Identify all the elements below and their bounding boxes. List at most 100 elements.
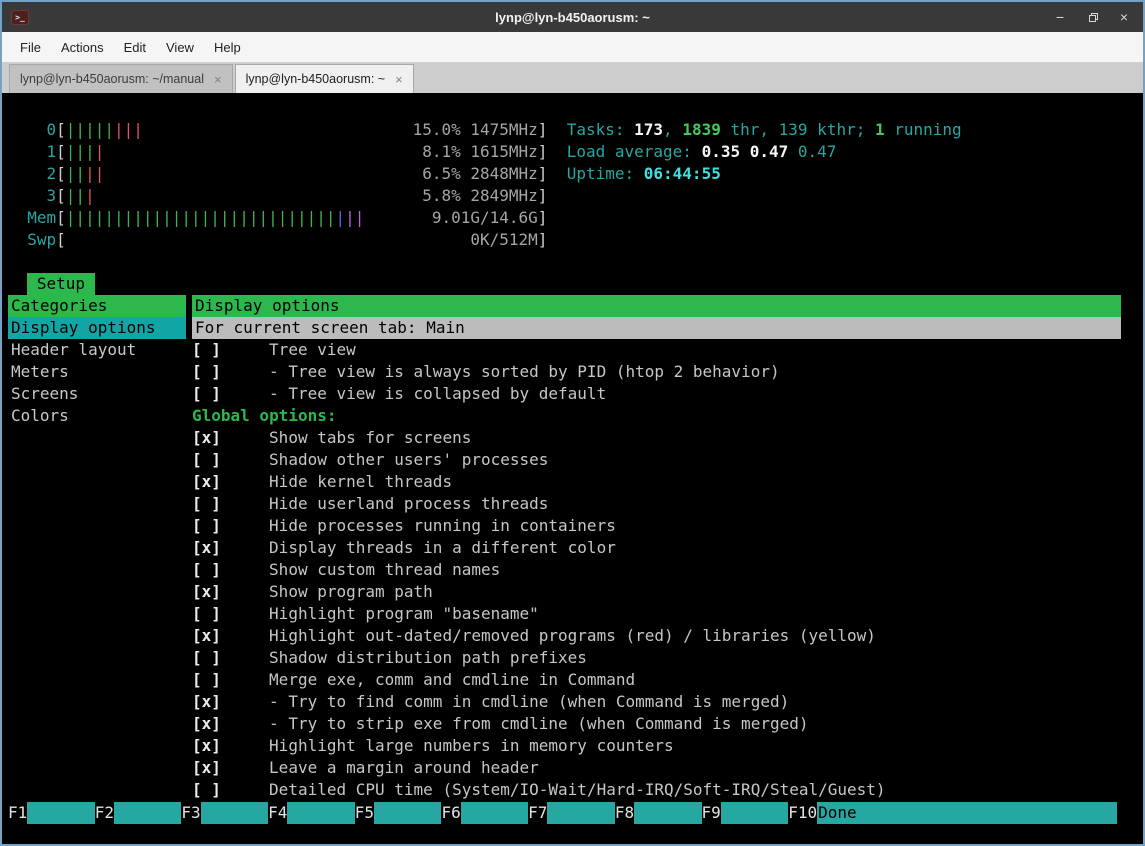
fkey-f2-action[interactable] [114, 802, 181, 824]
checkbox[interactable]: [x] [192, 625, 221, 647]
option-row[interactable]: [x] Leave a margin around header [192, 757, 1121, 779]
terminal-window: >_ lynp@lyn-b450aorusm: ~ − × File Actio… [0, 0, 1145, 846]
options-panel-subheader: For current screen tab: Main [192, 317, 1121, 339]
option-row[interactable]: [x]Hide kernel threads [192, 471, 1121, 493]
option-row[interactable]: [x]Highlight large numbers in memory cou… [192, 735, 1121, 757]
fkey-f1[interactable]: F1 [8, 802, 27, 824]
checkbox[interactable]: [ ] [192, 669, 221, 691]
option-label: Show custom thread names [269, 559, 500, 581]
checkbox[interactable]: [ ] [192, 493, 221, 515]
close-icon[interactable]: × [1117, 10, 1131, 24]
fkey-f8[interactable]: F8 [615, 802, 634, 824]
fkey-f9[interactable]: F9 [702, 802, 721, 824]
cpu-bar-normal: ||| [66, 142, 95, 161]
checkbox[interactable]: [ ] [192, 603, 221, 625]
checkbox[interactable]: [ ] [192, 647, 221, 669]
checkbox[interactable]: [x] [192, 757, 221, 779]
minimize-icon[interactable]: − [1053, 10, 1067, 24]
menu-view[interactable]: View [156, 32, 204, 63]
menu-file[interactable]: File [10, 32, 51, 63]
option-row[interactable]: [x]Show tabs for screens [192, 427, 1121, 449]
tasks-line: Tasks: 173, 1839 thr, 139 kthr; 1 runnin… [567, 119, 962, 141]
checkbox[interactable]: [x] [192, 691, 221, 713]
cpu-bar-kernel: | [95, 142, 105, 161]
checkbox[interactable]: [x] [192, 735, 221, 757]
option-row[interactable]: [x]Show program path [192, 581, 1121, 603]
option-row[interactable]: [ ]Shadow distribution path prefixes [192, 647, 1121, 669]
load-average-line: Load average: 0.350.470.47 [567, 141, 962, 163]
fkey-f6-action[interactable] [461, 802, 528, 824]
option-row[interactable]: [ ]Hide userland process threads [192, 493, 1121, 515]
option-label: - Tree view is collapsed by default [269, 383, 606, 405]
restore-icon[interactable] [1085, 10, 1099, 24]
option-row[interactable]: [ ] - Tree view is collapsed by default [192, 383, 1121, 405]
fkey-f2[interactable]: F2 [95, 802, 114, 824]
category-colors[interactable]: Colors [8, 405, 186, 427]
option-row[interactable]: [ ]Shadow other users' processes [192, 449, 1121, 471]
checkbox[interactable]: [ ] [192, 515, 221, 537]
checkbox[interactable]: [ ] [192, 339, 221, 361]
option-row[interactable]: [x]Display threads in a different color [192, 537, 1121, 559]
menu-help[interactable]: Help [204, 32, 251, 63]
menu-edit[interactable]: Edit [114, 32, 156, 63]
checkbox[interactable]: [x] [192, 537, 221, 559]
bracket: ] [538, 163, 548, 185]
option-label: Detailed CPU time (System/IO-Wait/Hard-I… [269, 779, 886, 801]
fkey-f9-action[interactable] [721, 802, 788, 824]
tab-close-icon[interactable]: × [395, 72, 403, 87]
fkey-f1-action[interactable] [27, 802, 94, 824]
fkey-f3-action[interactable] [201, 802, 268, 824]
option-row[interactable]: [ ] Detailed CPU time (System/IO-Wait/Har… [192, 779, 1121, 801]
checkbox[interactable]: [ ] [192, 383, 221, 405]
checkbox[interactable]: [x] [192, 713, 221, 735]
option-row[interactable]: [ ]- Tree view is always sorted by PID (… [192, 361, 1121, 383]
checkbox[interactable]: [ ] [192, 559, 221, 581]
window-title: lynp@lyn-b450aorusm: ~ [2, 10, 1143, 25]
menu-actions[interactable]: Actions [51, 32, 114, 63]
checkbox[interactable]: [ ] [192, 779, 221, 801]
category-header-layout[interactable]: Header layout [8, 339, 186, 361]
checkbox[interactable]: [x] [192, 581, 221, 603]
category-display-options[interactable]: Display options [8, 317, 186, 339]
checkbox[interactable]: [x] [192, 427, 221, 449]
option-row[interactable]: [ ]Highlight program "basename" [192, 603, 1121, 625]
option-row[interactable]: [x]- Try to find comm in cmdline (when C… [192, 691, 1121, 713]
fkey-f5-action[interactable] [374, 802, 441, 824]
fkey-f10-action-done[interactable]: Done [817, 802, 1117, 824]
fkey-f4[interactable]: F4 [268, 802, 287, 824]
setup-panels: Categories Display options Header layout… [8, 295, 1121, 801]
option-label: Highlight out-dated/removed programs (re… [269, 625, 876, 647]
bracket: [ [56, 163, 66, 185]
category-screens[interactable]: Screens [8, 383, 186, 405]
fkey-f7[interactable]: F7 [528, 802, 547, 824]
option-row[interactable]: [x]- Try to strip exe from cmdline (when… [192, 713, 1121, 735]
fkey-f3[interactable]: F3 [181, 802, 200, 824]
fkey-f7-action[interactable] [547, 802, 614, 824]
tab-label: lynp@lyn-b450aorusm: ~ [246, 72, 386, 86]
option-label: Leave a margin around header [269, 757, 539, 779]
tab-manual[interactable]: lynp@lyn-b450aorusm: ~/manual × [9, 64, 233, 93]
fkey-f8-action[interactable] [634, 802, 701, 824]
option-row[interactable]: [ ]Tree view [192, 339, 1121, 361]
category-meters[interactable]: Meters [8, 361, 186, 383]
tab-home-active[interactable]: lynp@lyn-b450aorusm: ~ × [235, 64, 414, 93]
option-row[interactable]: [ ]Merge exe, comm and cmdline in Comman… [192, 669, 1121, 691]
cpu-meter-2: 2[||||6.5% 2848MHz] [27, 163, 547, 185]
checkbox[interactable]: [x] [192, 471, 221, 493]
cpu-label: 0 [27, 119, 56, 141]
option-row[interactable]: [ ]Hide processes running in containers [192, 515, 1121, 537]
option-row[interactable]: [x] Highlight out-dated/removed programs … [192, 625, 1121, 647]
checkbox[interactable]: [ ] [192, 449, 221, 471]
fkey-f4-action[interactable] [287, 802, 354, 824]
terminal-screen[interactable]: 0[||||||||15.0% 1475MHz] 1[||||8.1% 1615… [2, 93, 1143, 844]
fkey-f6[interactable]: F6 [441, 802, 460, 824]
fkey-f10[interactable]: F10 [788, 802, 817, 824]
mem-bar-buffers: | [336, 208, 346, 227]
tab-close-icon[interactable]: × [214, 72, 222, 87]
restore-icon-glyph [1089, 15, 1096, 22]
swap-meter: Swp[0K/512M] [27, 229, 547, 251]
fkey-f5[interactable]: F5 [355, 802, 374, 824]
option-row[interactable]: [ ] Show custom thread names [192, 559, 1121, 581]
titlebar: >_ lynp@lyn-b450aorusm: ~ − × [2, 2, 1143, 32]
checkbox[interactable]: [ ] [192, 361, 221, 383]
